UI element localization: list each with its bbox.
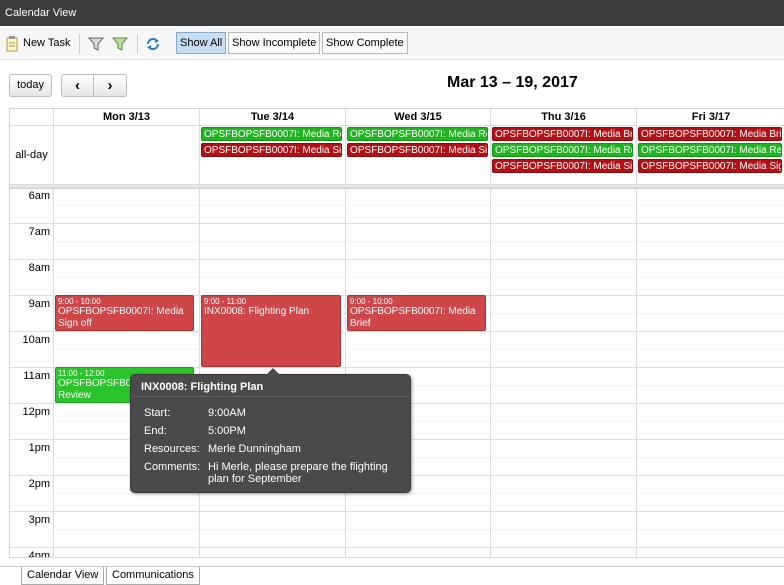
- hour-line: [10, 511, 784, 512]
- half-hour-line: [53, 529, 784, 530]
- tooltip-divider: [131, 396, 410, 397]
- allday-label: all-day: [15, 149, 48, 161]
- hour-line: [10, 187, 784, 188]
- header-gutter: [10, 109, 53, 126]
- tooltip-title: INX0008: Flighting Plan: [141, 381, 264, 393]
- show-incomplete-button[interactable]: Show Incomplete: [228, 32, 321, 54]
- event-title: OPSFBOPSFB0007I: Media Brief: [350, 306, 476, 329]
- window-title: Calendar View: [5, 7, 77, 19]
- time-label: 6am: [28, 190, 50, 202]
- tooltip-comments-label: Comments:: [144, 461, 201, 473]
- next-week-button[interactable]: ›: [93, 74, 127, 97]
- day-header-wed: Wed 3/15: [345, 109, 490, 126]
- new-task-button[interactable]: New Task: [19, 32, 74, 54]
- day-header-tue: Tue 3/14: [199, 109, 345, 126]
- allday-event[interactable]: OPSFBOPSFB0007I: Media Sign off: [347, 143, 488, 157]
- event-time: 9:00 - 10:00: [58, 297, 101, 306]
- prev-week-button[interactable]: ‹: [61, 74, 94, 97]
- event-media-sign-off[interactable]: 9:00 - 10:00 OPSFBOPSFB0007I: Media Sign…: [55, 295, 194, 331]
- today-button[interactable]: today: [9, 74, 52, 97]
- hour-line: [10, 223, 784, 224]
- refresh-icon[interactable]: [145, 36, 161, 52]
- allday-event[interactable]: OPSFBOPSFB0007I: Media Review: [638, 143, 782, 157]
- tooltip-arrow: [266, 368, 280, 375]
- event-title: OPSFBOPSFB0007I: Media Sign off: [58, 306, 184, 329]
- half-hour-line: [53, 205, 784, 206]
- toolbar-separator: [137, 34, 138, 54]
- half-hour-line: [53, 277, 784, 278]
- tooltip-resources-value: Merle Dunningham: [208, 443, 301, 455]
- tooltip-end-label: End:: [144, 425, 167, 437]
- half-hour-line: [53, 493, 784, 494]
- allday-event[interactable]: OPSFBOPSFB0007I: Media Brief: [492, 127, 633, 141]
- day-header-mon: Mon 3/13: [53, 109, 199, 126]
- tooltip-end-value: 5:00PM: [208, 425, 246, 437]
- time-label: 4pm: [28, 550, 50, 558]
- half-hour-line: [53, 349, 784, 350]
- event-time: 9:00 - 11:00: [204, 297, 247, 306]
- event-tooltip: INX0008: Flighting Plan Start: 9:00AM En…: [130, 368, 411, 493]
- tab-calendar-view[interactable]: Calendar View: [21, 567, 105, 585]
- date-range-title: Mar 13 – 19, 2017: [447, 74, 578, 91]
- event-flighting-plan[interactable]: 9:00 - 11:00 INX0008: Flighting Plan: [201, 295, 341, 367]
- time-label: 2pm: [28, 478, 50, 490]
- day-header-fri: Fri 3/17: [636, 109, 784, 126]
- show-complete-button[interactable]: Show Complete: [322, 32, 408, 54]
- allday-event[interactable]: OPSFBOPSFB0007I: Media Review: [347, 127, 488, 141]
- time-label: 3pm: [28, 514, 50, 526]
- time-label: 1pm: [28, 442, 50, 454]
- day-header-thu: Thu 3/16: [490, 109, 636, 126]
- allday-event[interactable]: OPSFBOPSFB0007I: Media Sign off: [638, 159, 782, 173]
- allday-event[interactable]: OPSFBOPSFB0007I: Media Sign off: [492, 159, 633, 173]
- time-label: 11am: [23, 370, 50, 382]
- time-label: 8am: [28, 262, 50, 274]
- tab-communications[interactable]: Communications: [106, 567, 200, 585]
- filter-icon[interactable]: [87, 36, 105, 52]
- toolbar-separator: [79, 34, 80, 54]
- time-label: 10am: [22, 334, 50, 346]
- half-hour-line: [53, 241, 784, 242]
- tooltip-resources-label: Resources:: [144, 443, 200, 455]
- tooltip-start-label: Start:: [144, 407, 171, 419]
- allday-event[interactable]: OPSFBOPSFB0007I: Media Review: [201, 127, 342, 141]
- bottom-tab-bar: Calendar View Communications: [0, 566, 784, 585]
- toolbar: New Task Show All Show Incomplete Show C…: [0, 27, 784, 60]
- event-title: INX0008: Flighting Plan: [204, 306, 310, 317]
- show-all-button[interactable]: Show All: [176, 32, 227, 54]
- hour-line: [10, 331, 784, 332]
- event-time: 9:00 - 10:00: [350, 297, 393, 306]
- allday-event[interactable]: OPSFBOPSFB0007I: Media Brief: [638, 127, 782, 141]
- window-titlebar: Calendar View: [0, 0, 784, 26]
- hour-line: [10, 547, 784, 548]
- event-media-brief[interactable]: 9:00 - 10:00 OPSFBOPSFB0007I: Media Brie…: [347, 295, 486, 331]
- clear-filter-icon[interactable]: [111, 36, 129, 52]
- allday-event[interactable]: OPSFBOPSFB0007I: Media Sign off: [201, 143, 342, 157]
- tooltip-comments-value: Hi Merle, please prepare the flighting p…: [208, 461, 388, 485]
- time-label: 12pm: [22, 406, 50, 418]
- tooltip-start-value: 9:00AM: [208, 407, 246, 419]
- time-label: 7am: [28, 226, 50, 238]
- allday-event[interactable]: OPSFBOPSFB0007I: Media Review: [492, 143, 633, 157]
- hour-line: [10, 259, 784, 260]
- time-label: 9am: [28, 298, 50, 310]
